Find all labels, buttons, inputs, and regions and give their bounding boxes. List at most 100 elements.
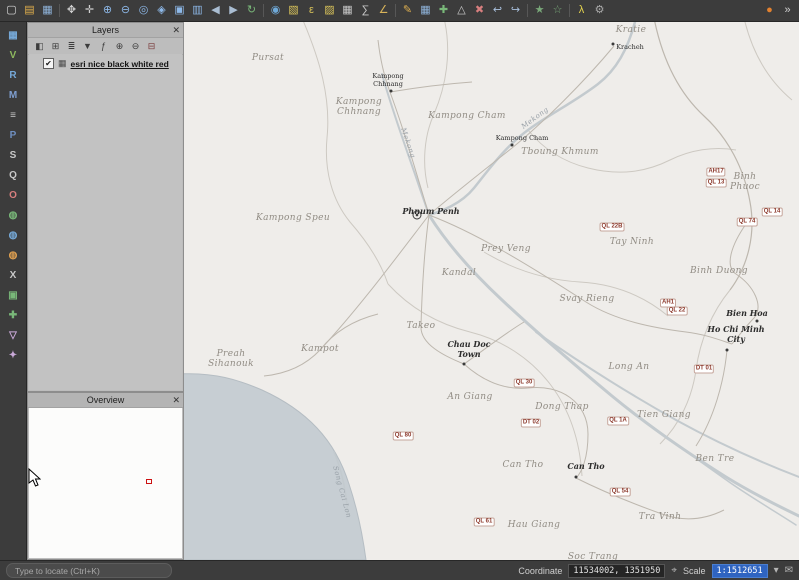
filter-by-expression-icon[interactable]: ƒ (97, 40, 110, 53)
map-refresh-icon[interactable]: ↻ (243, 2, 260, 19)
scale-field[interactable]: 1:1512651 (712, 564, 768, 578)
save-layer-edits-icon[interactable]: ▦ (417, 2, 434, 19)
region-label: Tra Vinh (639, 512, 682, 522)
zoom-in-icon[interactable]: ⊕ (99, 2, 116, 19)
region-label: Kampong Cham (428, 111, 506, 121)
region-label: Tboung Khmum (521, 147, 599, 157)
toolbar-overflow-icon[interactable]: » (779, 2, 796, 19)
zoom-next-icon[interactable]: ▶ (225, 2, 242, 19)
map-canvas[interactable]: KratiePursatKampong ChhnangKampong ChamT… (184, 22, 799, 560)
redo-icon[interactable]: ↪ (507, 2, 524, 19)
layer-name[interactable]: esri nice black white red (71, 59, 169, 69)
road-shield: QL 13 (706, 179, 727, 188)
open-attribute-table-icon[interactable]: ▦ (339, 2, 356, 19)
deselect-features-icon[interactable]: ▨ (321, 2, 338, 19)
locate-input[interactable]: Type to locate (Ctrl+K) (6, 563, 172, 578)
add-raster-layer-icon[interactable]: R (4, 67, 22, 83)
overview-map[interactable] (29, 408, 182, 558)
layer-visibility-checkbox[interactable]: ✔ (43, 58, 54, 69)
close-icon[interactable]: ✕ (172, 23, 180, 37)
region-label: Ben Tre (695, 454, 734, 464)
region-label: Kratie (616, 25, 647, 35)
field-calculator-icon[interactable]: ∑ (357, 2, 374, 19)
select-by-expression-icon[interactable]: ε (303, 2, 320, 19)
add-xyz-layer-icon[interactable]: X (4, 267, 22, 283)
zoom-last-icon[interactable]: ◀ (207, 2, 224, 19)
overview-panel: Overview ✕ (27, 392, 184, 560)
processing-toolbox-icon[interactable]: ⚙ (591, 2, 608, 19)
style-manager-icon[interactable]: ✦ (4, 347, 22, 363)
delete-selected-icon[interactable]: ✖ (471, 2, 488, 19)
region-label: Long An (609, 362, 650, 372)
project-new-icon[interactable]: ▢ (3, 2, 20, 19)
new-geopackage-layer-icon[interactable]: ▣ (4, 287, 22, 303)
open-layer-styling-icon[interactable]: ◧ (33, 40, 46, 53)
zoom-out-icon[interactable]: ⊖ (117, 2, 134, 19)
map-label-layer: KratiePursatKampong ChhnangKampong ChamT… (184, 22, 799, 560)
add-mesh-layer-icon[interactable]: M (4, 87, 22, 103)
add-oracle-layer-icon[interactable]: O (4, 187, 22, 203)
region-label: Kampong Speu (256, 213, 330, 223)
city-label: Kracheh (616, 43, 644, 51)
zoom-to-layer-icon[interactable]: ▥ (189, 2, 206, 19)
toggle-editing-icon[interactable]: ✎ (399, 2, 416, 19)
add-feature-icon[interactable]: ✚ (435, 2, 452, 19)
project-save-icon[interactable]: ▦ (39, 2, 56, 19)
expand-all-icon[interactable]: ⊕ (113, 40, 126, 53)
add-wcs-layer-icon[interactable]: ◍ (4, 227, 22, 243)
notification-dot-icon[interactable]: ● (761, 2, 778, 19)
new-bookmark-icon[interactable]: ★ (531, 2, 548, 19)
new-shapefile-layer-icon[interactable]: ✚ (4, 307, 22, 323)
add-wfs-layer-icon[interactable]: ◍ (4, 247, 22, 263)
extents-icon[interactable]: ⌖ (671, 565, 677, 576)
measure-line-icon[interactable]: ∠ (375, 2, 392, 19)
region-label: Hau Giang (508, 520, 560, 530)
messages-icon[interactable]: ✉ (785, 565, 793, 576)
river-label: Song Cai Lon (331, 465, 353, 519)
add-mssql-layer-icon[interactable]: Q (4, 167, 22, 183)
coordinate-field[interactable]: 11534002, 1351950 (568, 564, 665, 578)
region-label: Preah Sihanouk (208, 349, 254, 369)
data-source-manager-icon[interactable]: ▦ (4, 27, 22, 43)
layers-panel-toolbar: ◧⊞≣▼ƒ⊕⊖⊟ (28, 38, 183, 55)
layer-item[interactable]: ✔ ▦ esri nice black white red (29, 54, 182, 69)
add-spatialite-layer-icon[interactable]: S (4, 147, 22, 163)
identify-features-icon[interactable]: ◉ (267, 2, 284, 19)
zoom-full-icon[interactable]: ◈ (153, 2, 170, 19)
filter-legend-icon[interactable]: ▼ (81, 40, 94, 53)
scale-dropdown-icon[interactable]: ▾ (774, 565, 779, 576)
city-label: Chau Doc Town (447, 339, 490, 359)
python-console-icon[interactable]: λ (573, 2, 590, 19)
undo-icon[interactable]: ↩ (489, 2, 506, 19)
add-wms-layer-icon[interactable]: ◍ (4, 207, 22, 223)
remove-layer-icon[interactable]: ⊟ (145, 40, 158, 53)
show-bookmarks-icon[interactable]: ☆ (549, 2, 566, 19)
road-shield: QL 74 (737, 218, 758, 227)
add-group-icon[interactable]: ⊞ (49, 40, 62, 53)
vertex-tool-icon[interactable]: △ (453, 2, 470, 19)
add-vector-layer-icon[interactable]: V (4, 47, 22, 63)
new-virtual-layer-icon[interactable]: ▽ (4, 327, 22, 343)
project-open-icon[interactable]: ▤ (21, 2, 38, 19)
layers-panel: Layers ✕ ◧⊞≣▼ƒ⊕⊖⊟ ✔ ▦ esri nice black wh… (27, 22, 184, 392)
region-label: Soc Trang (568, 552, 618, 560)
overview-panel-titlebar: Overview ✕ (28, 393, 183, 408)
zoom-to-selection-icon[interactable]: ▣ (171, 2, 188, 19)
region-label: Dong Thap (535, 402, 589, 412)
add-postgis-layer-icon[interactable]: P (4, 127, 22, 143)
city-marker (575, 476, 578, 479)
main-toolbar: ▢▤▦✥✛⊕⊖◎◈▣▥◀▶↻◉▧ε▨▦∑∠✎▦✚△✖↩↪★☆λ⚙●» (0, 0, 799, 22)
select-features-icon[interactable]: ▧ (285, 2, 302, 19)
layers-panel-title: Layers (92, 25, 119, 35)
pan-map-icon[interactable]: ✥ (63, 2, 80, 19)
region-label: An Giang (447, 392, 492, 402)
manage-map-themes-icon[interactable]: ≣ (65, 40, 78, 53)
pan-to-selection-icon[interactable]: ✛ (81, 2, 98, 19)
toolbar-separator (569, 4, 570, 17)
add-delimited-text-icon[interactable]: ≡ (4, 107, 22, 123)
collapse-all-icon[interactable]: ⊖ (129, 40, 142, 53)
close-icon[interactable]: ✕ (172, 393, 180, 407)
zoom-native-icon[interactable]: ◎ (135, 2, 152, 19)
raster-layer-icon: ▦ (58, 58, 67, 69)
river-label: Mekong (399, 127, 417, 160)
